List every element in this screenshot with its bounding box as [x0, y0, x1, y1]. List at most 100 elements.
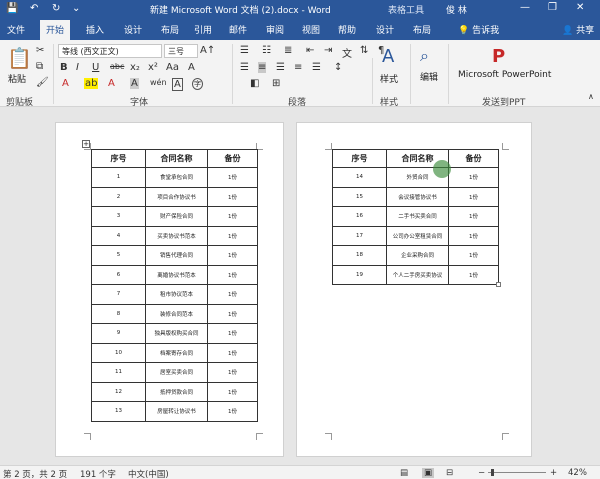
- row-number-cell[interactable]: 14: [332, 167, 387, 188]
- redo-icon[interactable]: ↻: [52, 3, 60, 14]
- row-number-cell[interactable]: 4: [91, 225, 146, 246]
- text-effects-icon[interactable]: A: [62, 78, 69, 89]
- italic-icon[interactable]: I: [76, 62, 79, 73]
- table-resize-handle[interactable]: [496, 282, 501, 287]
- contract-name-cell[interactable]: 居室买卖合同: [145, 362, 208, 383]
- bullets-icon[interactable]: ☰: [240, 45, 249, 56]
- table-header-cell[interactable]: 备份: [207, 149, 258, 168]
- align-right-icon[interactable]: ☰: [276, 62, 285, 73]
- font-name-dropdown[interactable]: 等线 (西文正文): [58, 44, 162, 58]
- close-icon[interactable]: ✕: [576, 2, 584, 13]
- row-number-cell[interactable]: 10: [91, 342, 146, 363]
- copies-cell[interactable]: 1份: [448, 245, 499, 266]
- web-layout-icon[interactable]: ⊟: [446, 468, 453, 478]
- strikethrough-icon[interactable]: abc: [110, 62, 124, 71]
- multilevel-list-icon[interactable]: ≣: [284, 45, 292, 56]
- editing-label[interactable]: 编辑: [420, 70, 438, 83]
- row-number-cell[interactable]: 15: [332, 186, 387, 207]
- contract-name-cell[interactable]: 买卖协议书范本: [145, 225, 208, 246]
- justify-icon[interactable]: ≡: [294, 62, 302, 73]
- contract-name-cell[interactable]: 个人二手房买卖协议: [386, 264, 449, 285]
- tab-layout[interactable]: 布局: [161, 23, 179, 36]
- bold-icon[interactable]: B: [60, 62, 68, 73]
- align-center-icon[interactable]: ≡: [258, 62, 267, 73]
- tab-view[interactable]: 视图: [302, 23, 320, 36]
- word-count[interactable]: 191 个字: [80, 468, 116, 479]
- tab-insert[interactable]: 插入: [86, 23, 104, 36]
- table-header-cell[interactable]: 备份: [448, 149, 499, 168]
- table-header-cell[interactable]: 序号: [91, 149, 146, 168]
- row-number-cell[interactable]: 16: [332, 206, 387, 227]
- sort-icon[interactable]: ⇅: [360, 45, 368, 56]
- copies-cell[interactable]: 1份: [448, 206, 499, 227]
- paste-label[interactable]: 粘贴: [8, 72, 26, 85]
- tab-design[interactable]: 设计: [124, 23, 142, 36]
- copies-cell[interactable]: 1份: [448, 186, 499, 207]
- subscript-icon[interactable]: x₂: [130, 62, 140, 73]
- contract-name-cell[interactable]: 食堂承包合同: [145, 167, 208, 188]
- superscript-icon[interactable]: x²: [148, 62, 158, 73]
- contract-name-cell[interactable]: 离婚协议书范本: [145, 264, 208, 285]
- cut-icon[interactable]: ✂: [36, 45, 44, 56]
- tab-table-layout[interactable]: 布局: [413, 23, 431, 36]
- row-number-cell[interactable]: 1: [91, 167, 146, 188]
- customize-qat-icon[interactable]: ⌄: [72, 3, 80, 14]
- change-case-icon[interactable]: Aa: [166, 62, 179, 73]
- copies-cell[interactable]: 1份: [207, 167, 258, 188]
- collapse-ribbon-icon[interactable]: ∧: [588, 92, 594, 101]
- row-number-cell[interactable]: 2: [91, 186, 146, 207]
- print-layout-icon[interactable]: ▣: [422, 468, 435, 478]
- copies-cell[interactable]: 1份: [207, 401, 258, 422]
- copies-cell[interactable]: 1份: [207, 362, 258, 383]
- asian-layout-icon[interactable]: 文: [342, 45, 352, 60]
- row-number-cell[interactable]: 19: [332, 264, 387, 285]
- row-number-cell[interactable]: 12: [91, 381, 146, 402]
- align-left-icon[interactable]: ☰: [240, 62, 249, 73]
- contract-name-cell[interactable]: 公司办公室租赁合同: [386, 225, 449, 246]
- powerpoint-label[interactable]: Microsoft PowerPoint: [458, 70, 551, 80]
- increase-indent-icon[interactable]: ⇥: [324, 45, 332, 56]
- tab-help[interactable]: 帮助: [338, 23, 356, 36]
- contract-name-cell[interactable]: 租市协议范本: [145, 284, 208, 305]
- page-2[interactable]: 序号 合同名称 备份 14 外贸合同 1份 15 会议接管协议书 1份 16 二手书买卖合同 1…: [296, 122, 532, 457]
- zoom-slider[interactable]: [488, 469, 546, 476]
- copies-cell[interactable]: 1份: [207, 381, 258, 402]
- contract-name-cell[interactable]: 企业采购合同: [386, 245, 449, 266]
- row-number-cell[interactable]: 17: [332, 225, 387, 246]
- phonetic-guide-icon[interactable]: wén: [150, 78, 167, 87]
- contract-name-cell[interactable]: 项目合作协议书: [145, 186, 208, 207]
- shading-icon[interactable]: ◧: [250, 78, 259, 89]
- copies-cell[interactable]: 1份: [207, 186, 258, 207]
- tab-table-design[interactable]: 设计: [376, 23, 394, 36]
- zoom-slider-knob[interactable]: [491, 469, 494, 476]
- tab-mailings[interactable]: 邮件: [229, 23, 247, 36]
- numbering-icon[interactable]: ☷: [262, 45, 271, 56]
- contract-name-cell[interactable]: 会议接管协议书: [386, 186, 449, 207]
- copies-cell[interactable]: 1份: [207, 323, 258, 344]
- contract-name-cell[interactable]: 装修合同范本: [145, 303, 208, 324]
- tab-references[interactable]: 引用: [194, 23, 212, 36]
- borders-icon[interactable]: ⊞: [272, 78, 280, 89]
- row-number-cell[interactable]: 13: [91, 401, 146, 422]
- row-number-cell[interactable]: 18: [332, 245, 387, 266]
- tab-home[interactable]: 开始: [40, 20, 71, 40]
- user-name[interactable]: 俊 林: [446, 3, 467, 16]
- contract-name-cell[interactable]: 独具版权购买合同: [145, 323, 208, 344]
- undo-icon[interactable]: ↶: [30, 3, 38, 14]
- copies-cell[interactable]: 1份: [448, 225, 499, 246]
- copy-icon[interactable]: ⧉: [36, 61, 43, 72]
- document-canvas[interactable]: + 序号 合同名称 备份 1 食堂承包合同 1份 2 项目合作协议书 1份 3 财产保险合同 1…: [0, 107, 600, 465]
- decrease-indent-icon[interactable]: ⇤: [306, 45, 314, 56]
- font-color-icon[interactable]: A: [108, 78, 115, 89]
- table-header-cell[interactable]: 合同名称: [145, 149, 208, 168]
- tell-me-search[interactable]: 💡 告诉我: [458, 23, 499, 36]
- focus-mode-icon[interactable]: ▤: [400, 468, 408, 478]
- char-border-icon[interactable]: A: [172, 78, 183, 91]
- distributed-icon[interactable]: ☰: [312, 62, 321, 73]
- contract-name-cell[interactable]: 抵押贷款合同: [145, 381, 208, 402]
- font-size-dropdown[interactable]: 三号: [164, 44, 198, 58]
- grow-font-icon[interactable]: A↑: [200, 45, 215, 56]
- copies-cell[interactable]: 1份: [207, 206, 258, 227]
- page-count[interactable]: 第 2 页，共 2 页: [3, 468, 67, 479]
- row-number-cell[interactable]: 6: [91, 264, 146, 285]
